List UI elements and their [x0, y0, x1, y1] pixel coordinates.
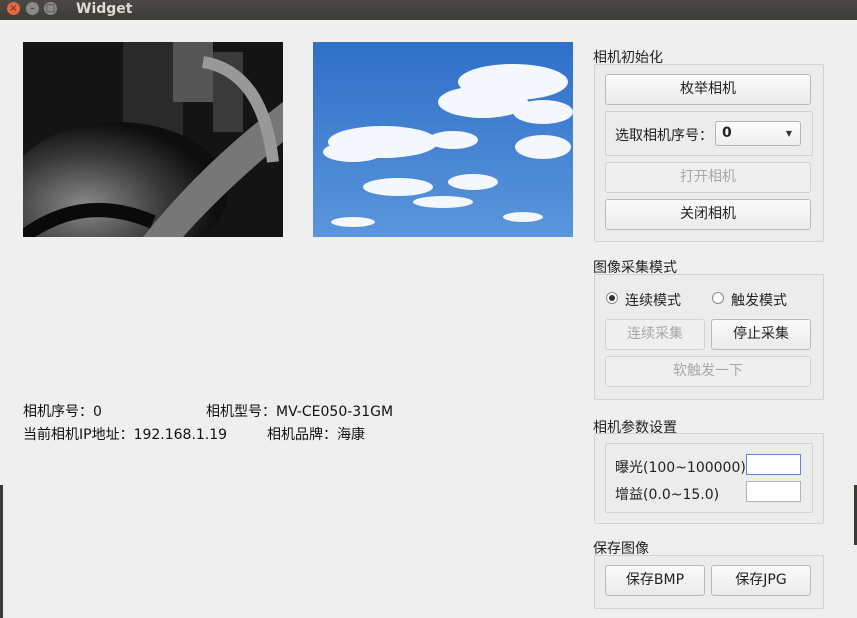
- open-camera-button[interactable]: 打开相机: [605, 162, 811, 193]
- start-grab-button[interactable]: 连续采集: [605, 319, 705, 350]
- window-close-button[interactable]: ×: [7, 2, 20, 15]
- title-bar: × – □ Widget: [0, 0, 857, 20]
- chevron-down-icon: ▼: [785, 129, 792, 138]
- continuous-mode-radio[interactable]: [606, 292, 618, 304]
- camera-index-text: 相机序号：0: [23, 404, 102, 420]
- trigger-mode-radio[interactable]: [712, 292, 724, 304]
- camera-model-text: 相机型号：MV-CE050-31GM: [206, 404, 394, 420]
- gain-input[interactable]: [746, 481, 801, 502]
- exposure-label: 曝光(100~100000): [615, 460, 746, 476]
- enumerate-camera-button[interactable]: 枚举相机: [605, 74, 811, 105]
- stop-grab-button[interactable]: 停止采集: [711, 319, 811, 350]
- camera-index-select[interactable]: 0 ▼: [715, 121, 801, 146]
- camera-preview-image: [23, 42, 283, 237]
- background-window-edge: [0, 485, 3, 618]
- exposure-input[interactable]: [746, 454, 801, 475]
- camera-ip-text: 当前相机IP地址：192.168.1.19: [23, 427, 228, 443]
- window-title: Widget: [76, 1, 133, 17]
- gain-label: 增益(0.0~15.0): [615, 487, 720, 503]
- save-bmp-button[interactable]: 保存BMP: [605, 565, 705, 596]
- close-camera-button[interactable]: 关闭相机: [605, 199, 811, 230]
- camera-brand-text: 相机品牌：海康: [267, 427, 365, 443]
- continuous-mode-label: 连续模式: [625, 293, 681, 309]
- trigger-mode-label: 触发模式: [731, 293, 787, 309]
- camera-index-select-value: 0: [722, 125, 732, 141]
- processed-preview-image: [313, 42, 573, 237]
- window-maximize-button[interactable]: □: [44, 2, 57, 15]
- soft-trigger-button[interactable]: 软触发一下: [605, 356, 811, 387]
- camera-select-label: 选取相机序号：: [615, 128, 713, 144]
- save-jpg-button[interactable]: 保存JPG: [711, 565, 811, 596]
- window-minimize-button[interactable]: –: [26, 2, 39, 15]
